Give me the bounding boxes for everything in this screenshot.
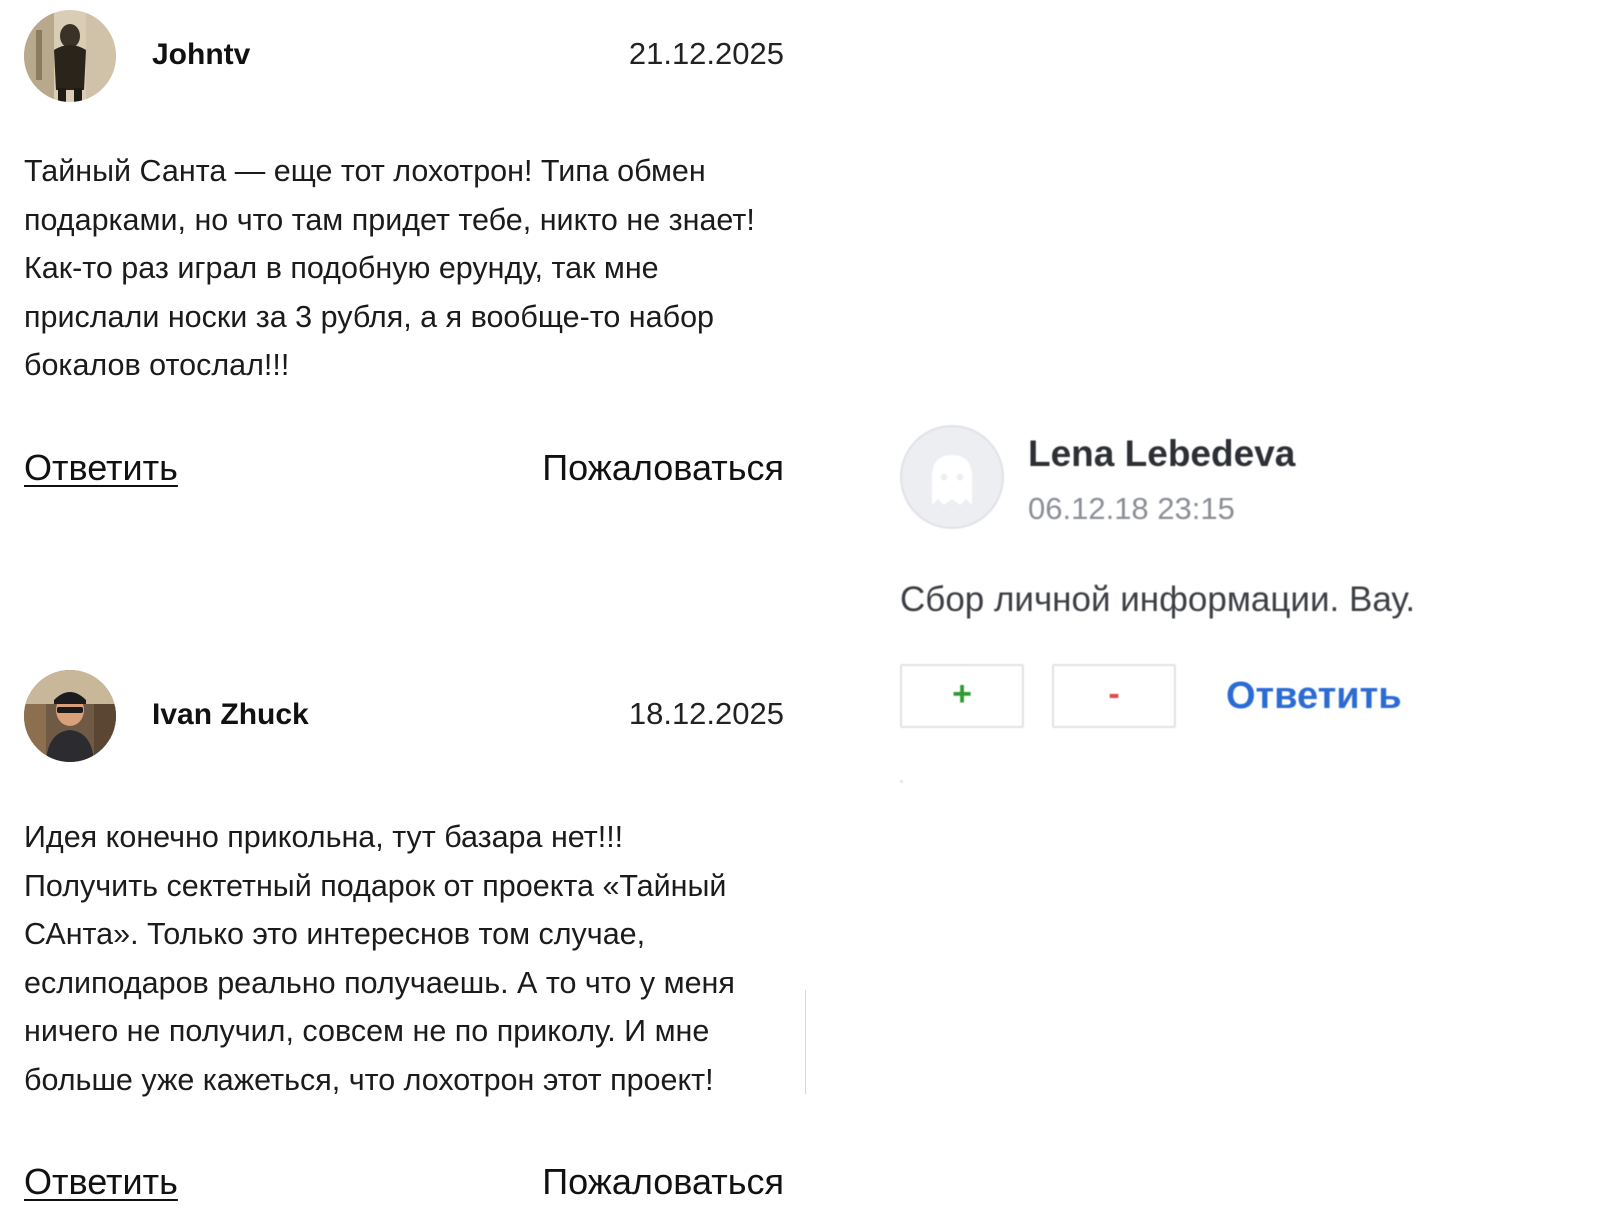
downvote-button[interactable]: - bbox=[1052, 664, 1176, 728]
comment-actions: Ответить Пожаловаться bbox=[24, 1161, 784, 1213]
author-name[interactable]: Johntv bbox=[152, 38, 250, 72]
comment-header: Johntv 21.12.2025 bbox=[24, 10, 784, 104]
separator-dot bbox=[900, 780, 903, 783]
divider bbox=[805, 990, 806, 1094]
comment-timestamp: 06.12.18 23:15 bbox=[1028, 491, 1235, 526]
comment-date: 21.12.2025 bbox=[628, 36, 784, 71]
upvote-button[interactable]: + bbox=[900, 664, 1024, 728]
comment-card: Ivan Zhuck 18.12.2025 Идея конечно прико… bbox=[24, 670, 784, 1213]
comment-text: Идея конечно прикольна, тут базара нет!!… bbox=[24, 820, 735, 1097]
author-name[interactable]: Ivan Zhuck bbox=[152, 698, 309, 732]
author-name[interactable]: Lena Lebedeva bbox=[1028, 433, 1295, 475]
comment-card: Johntv 21.12.2025 Тайный Санта — еще тот… bbox=[24, 10, 784, 499]
avatar[interactable] bbox=[900, 425, 1004, 529]
comment-text: Сбор личной информации. Вау. bbox=[900, 580, 1416, 619]
report-link[interactable]: Пожаловаться bbox=[542, 447, 784, 489]
avatar[interactable] bbox=[24, 10, 116, 102]
comment-actions: Ответить Пожаловаться bbox=[24, 447, 784, 499]
side-comment-card: Lena Lebedeva 06.12.18 23:15 Сбор личной… bbox=[900, 425, 1540, 785]
ghost-icon bbox=[932, 455, 972, 505]
reply-link[interactable]: Ответить bbox=[24, 1161, 178, 1203]
comment-text: Тайный Санта — еще тот лохотрон! Типа об… bbox=[24, 154, 755, 382]
comment-date: 18.12.2025 bbox=[628, 696, 784, 731]
avatar[interactable] bbox=[24, 670, 116, 762]
reply-link[interactable]: Ответить bbox=[24, 447, 178, 489]
comment-header: Ivan Zhuck 18.12.2025 bbox=[24, 670, 784, 764]
report-link[interactable]: Пожаловаться bbox=[542, 1161, 784, 1203]
reply-link[interactable]: Ответить bbox=[1226, 675, 1402, 718]
